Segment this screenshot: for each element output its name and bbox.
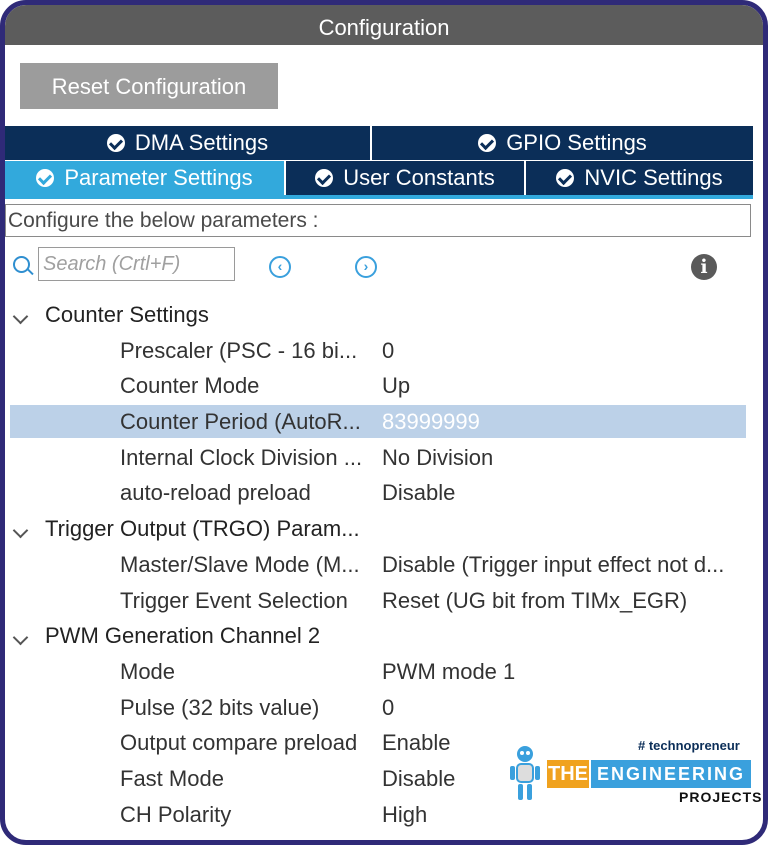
chevron-right-circle-icon[interactable]: › — [355, 256, 377, 278]
tab-user-constants[interactable]: User Constants — [286, 161, 526, 195]
watermark-logo: # technopreneur THE ENGINEERING PROJECTS — [503, 738, 761, 810]
param-name: Prescaler (PSC - 16 bi... — [120, 337, 358, 363]
section-label: PWM Generation Channel 2 — [45, 623, 321, 649]
search-icon — [13, 256, 30, 273]
robot-mascot-icon — [510, 746, 540, 800]
tab-label: GPIO Settings — [506, 130, 647, 155]
check-circle-icon — [315, 169, 334, 187]
param-row[interactable]: auto-reload preload Disable — [5, 475, 753, 511]
tab-dma-settings[interactable]: DMA Settings — [5, 126, 372, 160]
watermark-engineering: ENGINEERING — [591, 760, 751, 788]
param-name: Internal Clock Division ... — [120, 444, 363, 470]
param-value[interactable]: Reset (UG bit from TIMx_EGR) — [382, 583, 747, 619]
search-bar: ‹ › i — [5, 246, 753, 286]
param-value[interactable]: Disable (Trigger input effect not d... — [382, 547, 747, 583]
param-value[interactable]: PWM mode 1 — [382, 654, 747, 690]
param-row[interactable]: Pulse (32 bits value) 0 — [5, 690, 753, 726]
param-name: Master/Slave Mode (M... — [120, 551, 360, 577]
reset-configuration-button[interactable]: Reset Configuration — [20, 63, 278, 109]
param-row-selected[interactable]: Counter Period (AutoR... 83999999 — [5, 404, 753, 440]
check-circle-icon — [106, 134, 125, 152]
param-row[interactable]: Counter Mode Up — [5, 368, 753, 404]
param-name: Counter Period (AutoR... — [120, 409, 361, 435]
tab-label: User Constants — [343, 165, 495, 190]
param-value[interactable]: No Division — [382, 440, 747, 476]
tab-parameter-settings[interactable]: Parameter Settings — [5, 161, 286, 195]
watermark-the: THE — [547, 760, 589, 788]
param-value[interactable]: Up — [382, 368, 747, 404]
tab-label: NVIC Settings — [584, 165, 723, 190]
param-name: auto-reload preload — [120, 480, 311, 506]
section-trigger-output[interactable]: Trigger Output (TRGO) Param... — [5, 511, 753, 547]
tab-label: DMA Settings — [134, 130, 269, 155]
param-name: CH Polarity — [120, 801, 232, 827]
info-icon[interactable]: i — [691, 254, 717, 280]
watermark-projects: PROJECTS — [679, 789, 763, 805]
chevron-down-icon[interactable] — [12, 522, 29, 539]
panel-title: Configuration — [5, 5, 763, 45]
tab-row-bottom: Parameter Settings User Constants NVIC S… — [5, 161, 753, 195]
section-counter-settings[interactable]: Counter Settings — [5, 297, 753, 333]
param-row[interactable]: Mode PWM mode 1 — [5, 654, 753, 690]
chevron-down-icon[interactable] — [12, 629, 29, 646]
param-value-editing[interactable]: 83999999 — [382, 404, 747, 440]
param-name: Pulse (32 bits value) — [120, 694, 320, 720]
param-name: Fast Mode — [120, 765, 224, 791]
param-value[interactable]: 0 — [382, 690, 747, 726]
section-label: Trigger Output (TRGO) Param... — [45, 516, 360, 542]
section-label: Counter Settings — [45, 302, 209, 327]
param-name: Trigger Event Selection — [120, 587, 348, 613]
check-circle-icon — [556, 169, 575, 187]
param-row[interactable]: Internal Clock Division ... No Division — [5, 440, 753, 476]
parameters-description: Configure the below parameters : — [5, 204, 751, 237]
tab-gpio-settings[interactable]: GPIO Settings — [372, 126, 753, 160]
chevron-down-icon[interactable] — [12, 308, 29, 325]
tab-label: Parameter Settings — [64, 165, 253, 190]
check-circle-icon — [478, 134, 497, 152]
param-value[interactable]: Disable — [382, 475, 747, 511]
chevron-left-circle-icon[interactable]: ‹ — [269, 256, 291, 278]
param-value[interactable]: 0 — [382, 333, 747, 369]
configuration-panel: Configuration Reset Configuration DMA Se… — [0, 0, 768, 845]
param-row[interactable]: Trigger Event Selection Reset (UG bit fr… — [5, 583, 753, 619]
tab-row-top: DMA Settings GPIO Settings — [5, 126, 753, 160]
param-name: Output compare preload — [120, 730, 358, 756]
check-circle-icon — [36, 169, 55, 187]
param-name: Mode — [120, 658, 176, 684]
tab-underline — [5, 195, 753, 199]
param-name: Counter Mode — [120, 373, 260, 399]
section-pwm-generation-channel-2[interactable]: PWM Generation Channel 2 — [5, 618, 753, 654]
tab-nvic-settings[interactable]: NVIC Settings — [526, 161, 753, 195]
param-row[interactable]: Master/Slave Mode (M... Disable (Trigger… — [5, 547, 753, 583]
watermark-tag: # technopreneur — [638, 738, 740, 753]
param-row[interactable]: Prescaler (PSC - 16 bi... 0 — [5, 333, 753, 369]
search-input[interactable] — [38, 247, 235, 281]
